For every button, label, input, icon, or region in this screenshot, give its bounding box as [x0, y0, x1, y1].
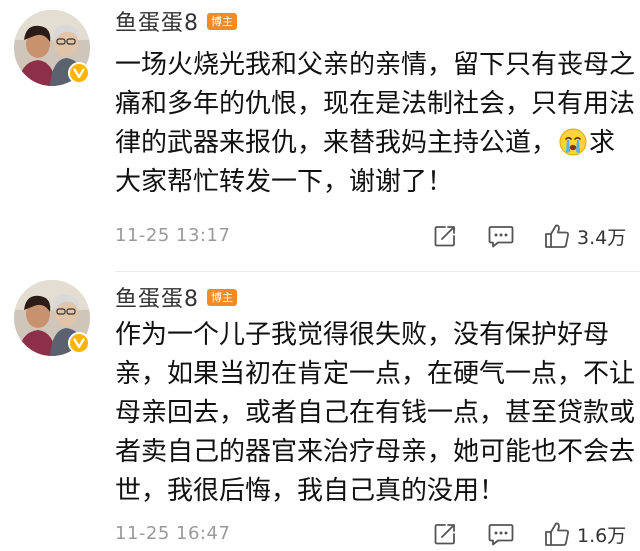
name-row: 鱼蛋蛋8 博主 — [115, 6, 237, 36]
comment-line: 亲，如果当初在肯定一点，在硬气一点，不让 — [115, 359, 636, 389]
timestamp: 11-25 13:17 — [115, 225, 231, 246]
like-button[interactable]: 3.4万 — [543, 222, 626, 250]
username[interactable]: 鱼蛋蛋8 — [115, 281, 199, 313]
like-button[interactable]: 1.6万 — [543, 520, 626, 548]
comment-line-text: 求 — [589, 128, 616, 158]
comment-meta: 11-25 16:47 1.6万 — [0, 520, 640, 550]
comment-button[interactable] — [487, 520, 515, 548]
like-count: 3.4万 — [577, 226, 627, 249]
comment-icon — [488, 226, 514, 248]
comment-line-text: 律的武器来报仇，来替我妈主持公道， — [115, 128, 558, 158]
comment-item: 鱼蛋蛋8 博主 作为一个儿子我觉得很失败，没有保护好母 亲，如果当初在肯定一点，… — [0, 272, 640, 551]
comment-text: 一场火烧光我和父亲的亲情，留下只有丧母之 痛和多年的仇恨，现在是法制社会，只有用… — [115, 46, 635, 202]
comment-line: 世，我很后悔，我自己真的没用！ — [115, 476, 506, 506]
thumbs-up-icon — [545, 224, 569, 248]
comment-line: 一场火烧光我和父亲的亲情，留下只有丧母之 — [115, 50, 636, 80]
timestamp: 11-25 16:47 — [115, 523, 231, 544]
comment-button[interactable] — [487, 222, 515, 250]
comment-line: 母亲回去，或者自己在有钱一点，甚至贷款或 — [115, 398, 636, 428]
comment-line: 痛和多年的仇恨，现在是法制社会，只有用法 — [115, 89, 636, 119]
comment-line: 律的武器来报仇，来替我妈主持公道， 求 — [115, 124, 635, 163]
crying-emoji-icon — [559, 128, 587, 156]
name-row: 鱼蛋蛋8 博主 — [115, 282, 237, 312]
verified-v-icon — [68, 62, 90, 84]
share-button[interactable] — [432, 222, 458, 250]
share-icon — [434, 226, 455, 247]
comment-line: 大家帮忙转发一下，谢谢了！ — [115, 167, 454, 197]
thumbs-up-icon — [545, 522, 569, 546]
comment-icon — [488, 524, 514, 546]
comment-item: 鱼蛋蛋8 博主 一场火烧光我和父亲的亲情，留下只有丧母之 痛和多年的仇恨，现在是… — [0, 0, 640, 272]
username[interactable]: 鱼蛋蛋8 — [115, 5, 199, 37]
share-button[interactable] — [432, 520, 458, 548]
comment-text: 作为一个儿子我觉得很失败，没有保护好母 亲，如果当初在肯定一点，在硬气一点，不让… — [115, 316, 635, 511]
like-count: 1.6万 — [577, 524, 627, 547]
comment-line: 者卖自己的器官来治疗母亲，她可能也不会去 — [115, 437, 636, 467]
blogger-badge: 博主 — [207, 12, 237, 30]
share-icon — [434, 524, 455, 545]
verified-v-icon — [68, 332, 90, 354]
blogger-badge: 博主 — [207, 288, 237, 306]
comment-meta: 11-25 13:17 3.4万 — [0, 222, 640, 252]
comment-line: 作为一个儿子我觉得很失败，没有保护好母 — [115, 320, 610, 350]
